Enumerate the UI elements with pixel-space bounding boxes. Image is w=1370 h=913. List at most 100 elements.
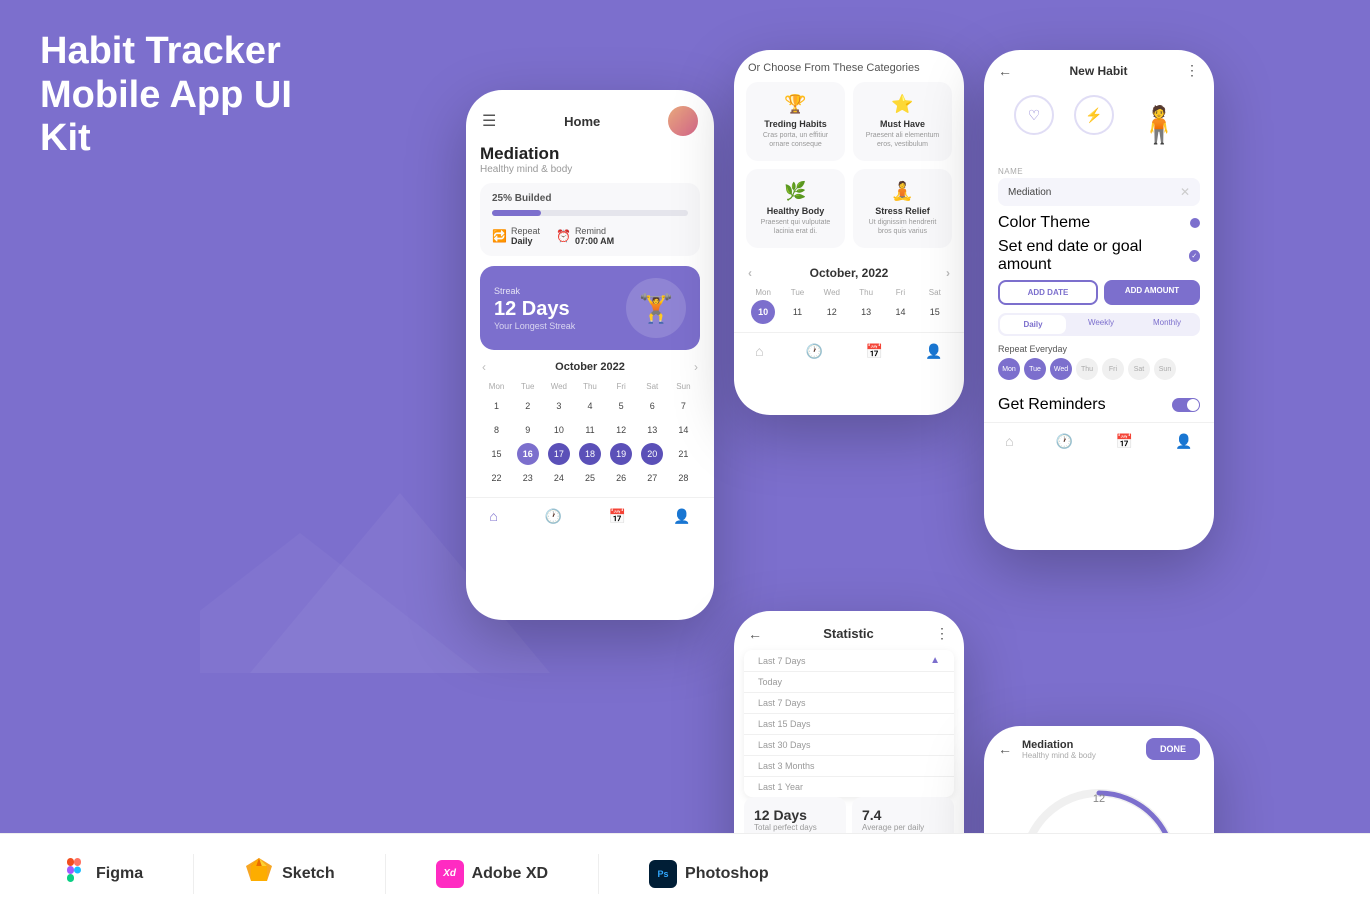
dropdown-selected[interactable]: Last 7 Days ▲: [744, 650, 954, 671]
done-button[interactable]: DONE: [1146, 738, 1200, 760]
cat-cal-prev[interactable]: ‹: [748, 266, 752, 280]
dropdown-today[interactable]: Today: [744, 672, 954, 692]
nh-icon-1[interactable]: ♡: [1014, 95, 1054, 135]
sketch-logo: [244, 856, 274, 891]
dropdown-30[interactable]: Last 30 Days: [744, 735, 954, 755]
right-phones: ← New Habit ⋮ ♡ ⚡ 🧍 NAME Mediation ✕ Col…: [984, 50, 1214, 833]
stat-more-icon[interactable]: ⋮: [935, 625, 950, 642]
repeat-everyday-label: Repeat Everyday: [984, 344, 1214, 354]
week-thu[interactable]: Thu 13: [854, 288, 878, 324]
color-swatch[interactable]: [1190, 218, 1200, 228]
title-area: Habit Tracker Mobile App UI Kit: [40, 30, 350, 171]
stat-back-arrow[interactable]: ←: [748, 626, 762, 642]
nav-user-icon[interactable]: 👤: [673, 508, 690, 525]
progress-card: 25% Builded 🔁 Repeat Daily: [480, 183, 700, 256]
nav-home-icon2[interactable]: ⌂: [755, 343, 763, 360]
nh-icon-2[interactable]: ⚡: [1074, 95, 1114, 135]
reminder-label: Get Reminders: [998, 396, 1106, 414]
nav-cal-icon[interactable]: 📅: [609, 508, 626, 525]
week-mon[interactable]: Mon 10: [751, 288, 775, 324]
nav-home-nh[interactable]: ⌂: [1005, 433, 1013, 450]
add-amount-button[interactable]: ADD AMOUNT: [1104, 280, 1200, 305]
phone-home: ☰ Home Mediation Healthy mind & body 25%…: [466, 90, 714, 620]
week-tue[interactable]: Tue 11: [785, 288, 809, 324]
photoshop-label: Photoshop: [685, 865, 769, 883]
dropdown-1y[interactable]: Last 1 Year: [744, 777, 954, 797]
nav-user-icon2[interactable]: 👤: [925, 343, 942, 360]
stat-card-days: 12 Days Total perfect days: [744, 797, 846, 833]
cal-next-arrow[interactable]: ›: [694, 360, 698, 374]
goal-check[interactable]: ✓: [1189, 250, 1200, 262]
repeat-val: Daily: [511, 236, 540, 246]
menu-icon[interactable]: ☰: [482, 111, 496, 131]
nh-back-arrow[interactable]: ←: [998, 63, 1012, 79]
cal-header: ‹ October 2022 ›: [482, 360, 698, 374]
nh-buttons: ADD DATE ADD AMOUNT: [984, 280, 1214, 313]
cal-day-header: Mon: [482, 380, 511, 393]
day-wed[interactable]: Wed: [1050, 358, 1072, 380]
cal-prev-arrow[interactable]: ‹: [482, 360, 486, 374]
figma-logo: [60, 856, 88, 891]
home-content: Mediation Healthy mind & body 25% Builde…: [466, 144, 714, 489]
remind-icon: ⏰: [556, 229, 571, 243]
category-healthy[interactable]: 🌿 Healthy Body Praesent qui vulputate la…: [746, 169, 845, 248]
progress-meta: 🔁 Repeat Daily ⏰ Remind 07:00 AM: [492, 226, 688, 246]
add-date-button[interactable]: ADD DATE: [998, 280, 1098, 305]
nh-clear-icon[interactable]: ✕: [1180, 185, 1190, 199]
svg-text:12: 12: [1093, 793, 1105, 805]
nav-cal-icon2[interactable]: 📅: [866, 343, 883, 360]
nh-name-input[interactable]: Mediation ✕: [998, 178, 1200, 206]
stat-label-avg: Average per daily: [862, 823, 944, 832]
dropdown-7[interactable]: Last 7 Days: [744, 693, 954, 713]
cal-grid: Mon Tue Wed Thu Fri Sat Sun 1 2 3 4 5 6 …: [482, 380, 698, 489]
avatar[interactable]: [668, 106, 698, 136]
cal-day[interactable]: 1: [486, 395, 508, 417]
phone-statistic: ← Statistic ⋮ Last 7 Days ▲ Today Last 7…: [734, 611, 964, 833]
nh-field-label: NAME: [984, 167, 1214, 178]
day-tue[interactable]: Tue: [1024, 358, 1046, 380]
reminder-toggle[interactable]: [1172, 398, 1200, 412]
week-fri[interactable]: Fri 14: [888, 288, 912, 324]
category-must-have[interactable]: ⭐ Must Have Praesent ali elementum eros,…: [853, 82, 952, 161]
week-wed[interactable]: Wed 12: [820, 288, 844, 324]
tool-photoshop: Ps Photoshop: [649, 860, 769, 888]
phone-home-nav: ⌂ 🕐 📅 👤: [466, 497, 714, 531]
remind-val: 07:00 AM: [575, 236, 614, 246]
progress-bar-bg: [492, 210, 688, 216]
nav-user-nh[interactable]: 👤: [1175, 433, 1192, 450]
stress-icon: 🧘: [865, 181, 940, 202]
categories-header: Or Choose From These Categories: [734, 50, 964, 82]
freq-daily[interactable]: Daily: [1000, 315, 1066, 334]
day-fri[interactable]: Fri: [1102, 358, 1124, 380]
habit-subtitle: Healthy mind & body: [480, 164, 700, 175]
day-thu[interactable]: Thu: [1076, 358, 1098, 380]
nav-clock-icon[interactable]: 🕐: [545, 508, 562, 525]
nh-goal-label: Set end date or goal amount: [998, 238, 1189, 274]
dropdown-3m[interactable]: Last 3 Months: [744, 756, 954, 776]
freq-monthly[interactable]: Monthly: [1134, 313, 1200, 336]
day-sat[interactable]: Sat: [1128, 358, 1150, 380]
timer-area: 12 3 6 9 05:32: [984, 768, 1214, 833]
dropdown-15[interactable]: Last 15 Days: [744, 714, 954, 734]
main-area: Habit Tracker Mobile App UI Kit ☰ Home M…: [0, 0, 1370, 833]
nav-clock-icon2[interactable]: 🕐: [806, 343, 823, 360]
nav-clock-nh[interactable]: 🕐: [1056, 433, 1073, 450]
nh-nav: ⌂ 🕐 📅 👤: [984, 422, 1214, 456]
streak-card: Streak 12 Days Your Longest Streak 🏋️: [480, 266, 700, 350]
nh-more-icon[interactable]: ⋮: [1185, 62, 1200, 79]
nav-cal-nh[interactable]: 📅: [1116, 433, 1133, 450]
det-back-arrow[interactable]: ←: [998, 741, 1012, 757]
freq-weekly[interactable]: Weekly: [1068, 313, 1134, 336]
phone-categories: Or Choose From These Categories 🏆 Tredin…: [734, 50, 964, 415]
category-trending[interactable]: 🏆 Treding Habits Cras porta, un effitiur…: [746, 82, 845, 161]
cat-cal-next[interactable]: ›: [946, 266, 950, 280]
figma-icon: [60, 856, 88, 884]
stat-val-days: 12 Days: [754, 807, 836, 823]
day-sun[interactable]: Sun: [1154, 358, 1176, 380]
nav-home-icon[interactable]: ⌂: [489, 508, 497, 525]
category-stress[interactable]: 🧘 Stress Relief Ut dignissim hendrerit b…: [853, 169, 952, 248]
phone-details: ← Mediation Healthy mind & body DONE 12: [984, 726, 1214, 833]
progress-label: 25% Builded: [492, 193, 688, 204]
day-mon[interactable]: Mon: [998, 358, 1020, 380]
week-sat[interactable]: Sat 15: [923, 288, 947, 324]
